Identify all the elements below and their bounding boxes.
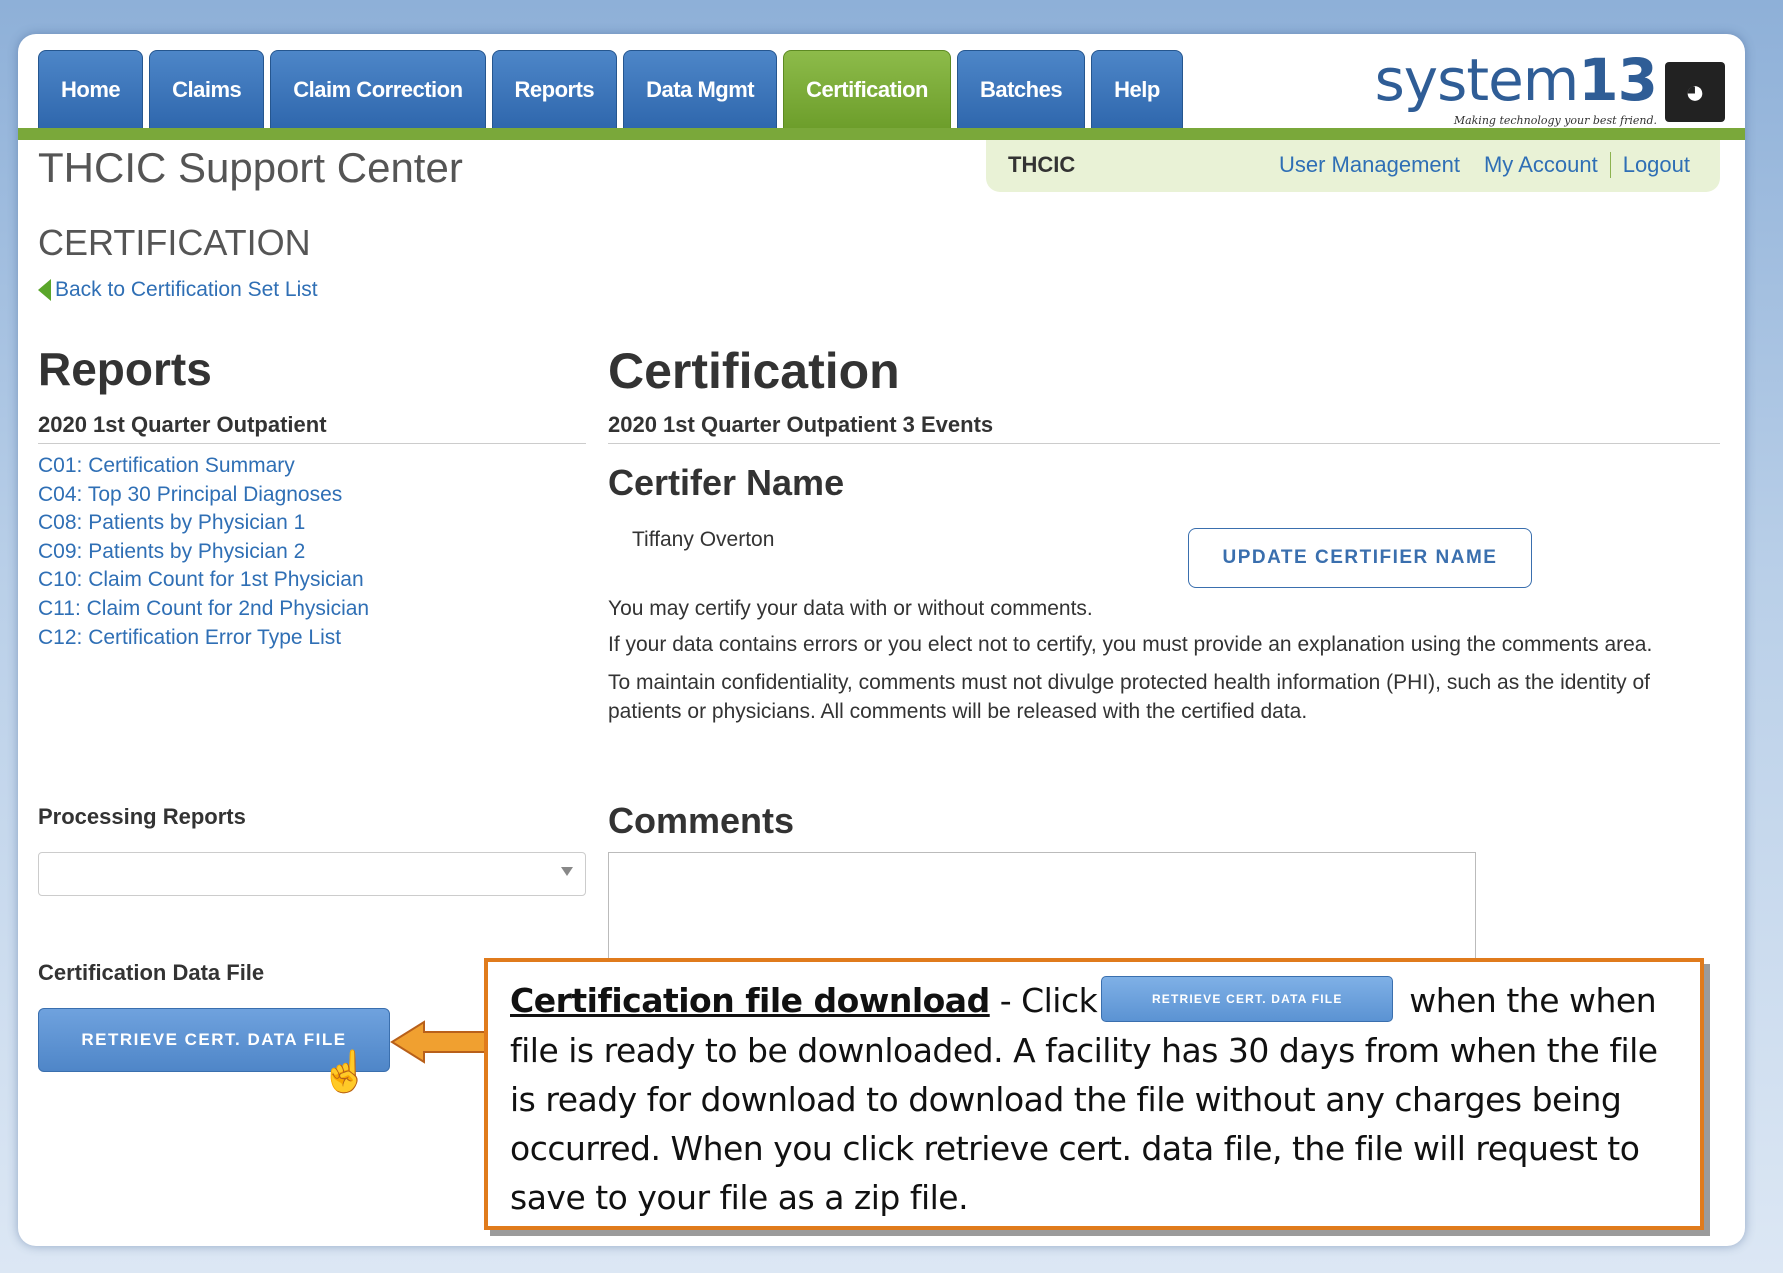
user-bar: THCIC User Management My Account Logout [986, 140, 1720, 192]
tab-certification[interactable]: Certification [783, 50, 951, 128]
reports-heading: Reports [38, 343, 212, 395]
certification-heading: Certification [608, 343, 900, 399]
site-title: THCIC Support Center [38, 144, 463, 191]
org-label: THCIC [1008, 152, 1076, 177]
tab-reports[interactable]: Reports [491, 50, 618, 128]
app-window: Home Claims Claim Correction Reports Dat… [18, 34, 1745, 1246]
tab-help[interactable]: Help [1091, 50, 1183, 128]
tab-batches[interactable]: Batches [956, 50, 1086, 128]
processing-reports-label: Processing Reports [38, 804, 246, 829]
callout-pre: - Click [989, 981, 1098, 1020]
info-text: You may certify your data with or withou… [608, 597, 1093, 620]
back-arrow-icon [38, 279, 51, 301]
update-certifier-name-button[interactable]: UPDATE CERTIFIER NAME [1188, 528, 1532, 588]
processing-reports-select[interactable] [38, 852, 586, 896]
certification-subheading: 2020 1st Quarter Outpatient 3 Events [608, 412, 1720, 444]
tab-home[interactable]: Home [38, 50, 144, 128]
my-account-link[interactable]: My Account [1472, 152, 1610, 178]
hand-cursor-icon: ☝ [320, 1050, 370, 1094]
report-link[interactable]: C08: Patients by Physician 1 [38, 509, 369, 538]
reports-subheading: 2020 1st Quarter Outpatient [38, 412, 586, 444]
comments-heading: Comments [608, 800, 795, 841]
info-text: To maintain confidentiality, comments mu… [608, 671, 1650, 723]
logo-number: 13 [1578, 46, 1658, 114]
report-link[interactable]: C01: Certification Summary [38, 452, 369, 481]
report-link[interactable]: C09: Patients by Physician 2 [38, 538, 369, 567]
back-link[interactable]: Back to Certification Set List [38, 278, 318, 302]
user-management-link[interactable]: User Management [1267, 152, 1472, 178]
pointer-arrow-icon [390, 1020, 489, 1064]
info-text: If your data contains errors or you elec… [608, 633, 1653, 656]
certifer-heading: Certifer Name [608, 462, 845, 503]
nav-underline [18, 128, 1745, 140]
system13-logo: system13 Making technology your best fri… [1375, 46, 1725, 128]
data-file-label: Certification Data File [38, 960, 265, 985]
report-list: C01: Certification Summary C04: Top 30 P… [38, 452, 369, 652]
logo-prefix: system [1374, 46, 1580, 114]
back-link-label: Back to Certification Set List [55, 278, 318, 301]
comments-textarea[interactable] [608, 852, 1476, 972]
report-link[interactable]: C11: Claim Count for 2nd Physician [38, 595, 369, 624]
callout-title: Certification file download [510, 981, 990, 1020]
dog-icon: ◕ [1665, 62, 1725, 122]
report-link[interactable]: C12: Certification Error Type List [38, 624, 369, 653]
report-link[interactable]: C04: Top 30 Principal Diagnoses [38, 481, 369, 510]
annotation-callout: Certification file download - Click RETRI… [484, 958, 1704, 1230]
certifer-name: Tiffany Overton [632, 528, 775, 551]
chevron-down-icon [561, 867, 573, 876]
main-nav: Home Claims Claim Correction Reports Dat… [38, 50, 1183, 128]
logo-tagline: Making technology your best friend. [1453, 114, 1657, 127]
callout-button-sample: RETRIEVE CERT. DATA FILE [1101, 975, 1394, 1022]
section-title: CERTIFICATION [38, 222, 311, 263]
tab-claims[interactable]: Claims [149, 50, 265, 128]
report-link[interactable]: C10: Claim Count for 1st Physician [38, 566, 369, 595]
tab-claim-correction[interactable]: Claim Correction [270, 50, 486, 128]
tab-data-mgmt[interactable]: Data Mgmt [623, 50, 778, 128]
logout-link[interactable]: Logout [1609, 152, 1702, 178]
